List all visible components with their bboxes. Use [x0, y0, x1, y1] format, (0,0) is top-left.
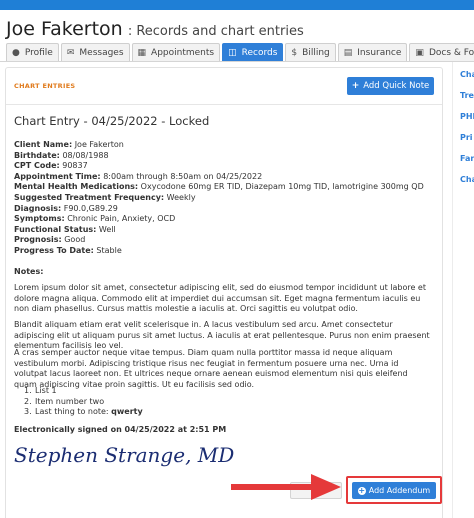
tab-appointments[interactable]: ▦ Appointments: [131, 43, 221, 61]
tab-docs-forms[interactable]: ▣ Docs & Forms: [409, 43, 474, 61]
page-header: Joe Fakerton : Records and chart entries: [6, 18, 304, 40]
field-row: Birthdate: 08/08/1988: [14, 151, 424, 162]
list-bold-text: qwerty: [111, 407, 143, 417]
field-value: Well: [98, 224, 116, 234]
field-label: Diagnosis:: [14, 203, 62, 213]
field-value: 90837: [62, 161, 88, 171]
tab-billing[interactable]: $ Billing: [285, 43, 336, 61]
chart-entry-fields: Client Name: Joe Fakerton Birthdate: 08/…: [14, 140, 424, 257]
plus-icon: +: [351, 81, 360, 91]
field-value: Good: [64, 235, 86, 245]
list-item: 3. Last thing to note: qwerty: [14, 407, 143, 418]
top-nav-bar: [0, 0, 474, 10]
page-subtitle: : Records and chart entries: [127, 24, 304, 39]
tab-messages[interactable]: ✉ Messages: [60, 43, 130, 61]
field-row: Diagnosis: F90.0,G89.29: [14, 204, 424, 215]
field-row: Symptoms: Chronic Pain, Anxiety, OCD: [14, 214, 424, 225]
field-value: Stable: [96, 245, 122, 255]
list-number: 1.: [24, 386, 32, 395]
add-quick-note-label: Add Quick Note: [363, 81, 430, 91]
right-nav-item[interactable]: Pri: [460, 133, 474, 154]
document-icon: ▣: [415, 47, 424, 58]
section-divider: [6, 104, 442, 105]
tab-label: Profile: [24, 47, 53, 58]
field-row: Functional Status: Well: [14, 225, 424, 236]
list-text: Item number two: [35, 396, 105, 406]
field-label: Prognosis:: [14, 235, 62, 245]
right-nav-item[interactable]: PHI: [460, 112, 474, 133]
field-label: Progress To Date:: [14, 245, 94, 255]
folder-icon: ◫: [228, 48, 237, 58]
tab-label: Insurance: [357, 47, 402, 58]
field-row: Appointment Time: 8:00am through 8:50am …: [14, 172, 424, 183]
tab-label: Billing: [302, 47, 330, 58]
field-row: Client Name: Joe Fakerton: [14, 140, 424, 151]
right-nav-item[interactable]: Tre: [460, 91, 474, 112]
field-value: Weekly: [166, 192, 196, 202]
tab-label: Docs & Forms: [428, 47, 474, 58]
notes-paragraph: Lorem ipsum dolor sit amet, consectetur …: [14, 283, 426, 314]
notes-heading: Notes:: [14, 267, 44, 276]
field-value: F90.0,G89.29: [63, 203, 118, 213]
notes-list: 1. List 1 2. Item number two 3. Last thing …: [14, 386, 143, 418]
field-row: Suggested Treatment Frequency: Weekly: [14, 193, 424, 204]
field-value: Joe Fakerton: [74, 140, 124, 149]
card-icon: ▤: [343, 47, 353, 58]
list-text: List 1: [35, 386, 57, 395]
field-label: Client Name:: [14, 140, 73, 149]
right-nav-item[interactable]: Fan: [460, 154, 474, 175]
field-row: Mental Health Medications: Oxycodone 60m…: [14, 182, 424, 193]
field-row: CPT Code: 90837: [14, 161, 424, 172]
calendar-icon: ▦: [137, 47, 147, 58]
record-tabs: ● Profile ✉ Messages ▦ Appointments ◫ Re…: [6, 43, 474, 62]
tab-label: Records: [241, 48, 278, 58]
dollar-icon: $: [291, 47, 298, 58]
tab-insurance[interactable]: ▤ Insurance: [337, 43, 408, 61]
signed-statement: Electronically signed on 04/25/2022 at 2…: [14, 425, 227, 434]
right-divider: [452, 62, 453, 518]
field-row: Progress To Date: Stable: [14, 246, 424, 257]
field-label: Functional Status:: [14, 224, 97, 234]
list-number: 2.: [24, 396, 32, 406]
signature: Stephen Strange, MD: [14, 443, 235, 467]
tab-profile[interactable]: ● Profile: [6, 43, 59, 61]
user-icon: ●: [12, 47, 20, 58]
right-nav-item[interactable]: Cha: [460, 175, 474, 196]
field-value: Chronic Pain, Anxiety, OCD: [67, 214, 176, 224]
arrow-right-icon: [231, 474, 341, 500]
add-quick-note-button[interactable]: + Add Quick Note: [347, 77, 434, 95]
right-nav-item[interactable]: Cha: [460, 70, 474, 91]
field-row: Prognosis: Good: [14, 235, 424, 246]
field-label: Birthdate:: [14, 150, 60, 160]
envelope-icon: ✉: [66, 47, 75, 58]
tab-label: Messages: [79, 47, 124, 58]
list-text: Last thing to note:: [35, 407, 112, 417]
notes-paragraph: A cras semper auctor neque vitae tempus.…: [14, 348, 408, 390]
field-label: Suggested Treatment Frequency:: [14, 192, 165, 202]
right-nav: Cha Tre PHI Pri Fan Cha: [460, 70, 474, 196]
tab-label: Appointments: [151, 47, 215, 58]
list-number: 3.: [24, 407, 32, 417]
patient-name: Joe Fakerton: [6, 18, 123, 40]
field-label: Appointment Time:: [14, 171, 101, 181]
chart-entries-panel: CHART ENTRIES + Add Quick Note Chart Ent…: [5, 67, 443, 518]
highlight-box: [346, 476, 442, 504]
field-label: Symptoms:: [14, 214, 65, 224]
list-item: 2. Item number two: [14, 397, 143, 408]
field-label: Mental Health Medications:: [14, 182, 139, 192]
field-value: 08/08/1988: [62, 150, 109, 160]
section-label: CHART ENTRIES: [14, 82, 76, 90]
field-label: CPT Code:: [14, 161, 60, 171]
list-item: 1. List 1: [14, 386, 143, 397]
tab-records[interactable]: ◫ Records: [222, 43, 284, 62]
chart-entry-title: Chart Entry - 04/25/2022 - Locked: [14, 114, 210, 128]
field-value: Oxycodone 60mg ER TID, Diazepam 10mg TID…: [140, 182, 424, 192]
tab-divider: [0, 61, 474, 62]
field-value: 8:00am through 8:50am on 04/25/2022: [103, 171, 263, 181]
